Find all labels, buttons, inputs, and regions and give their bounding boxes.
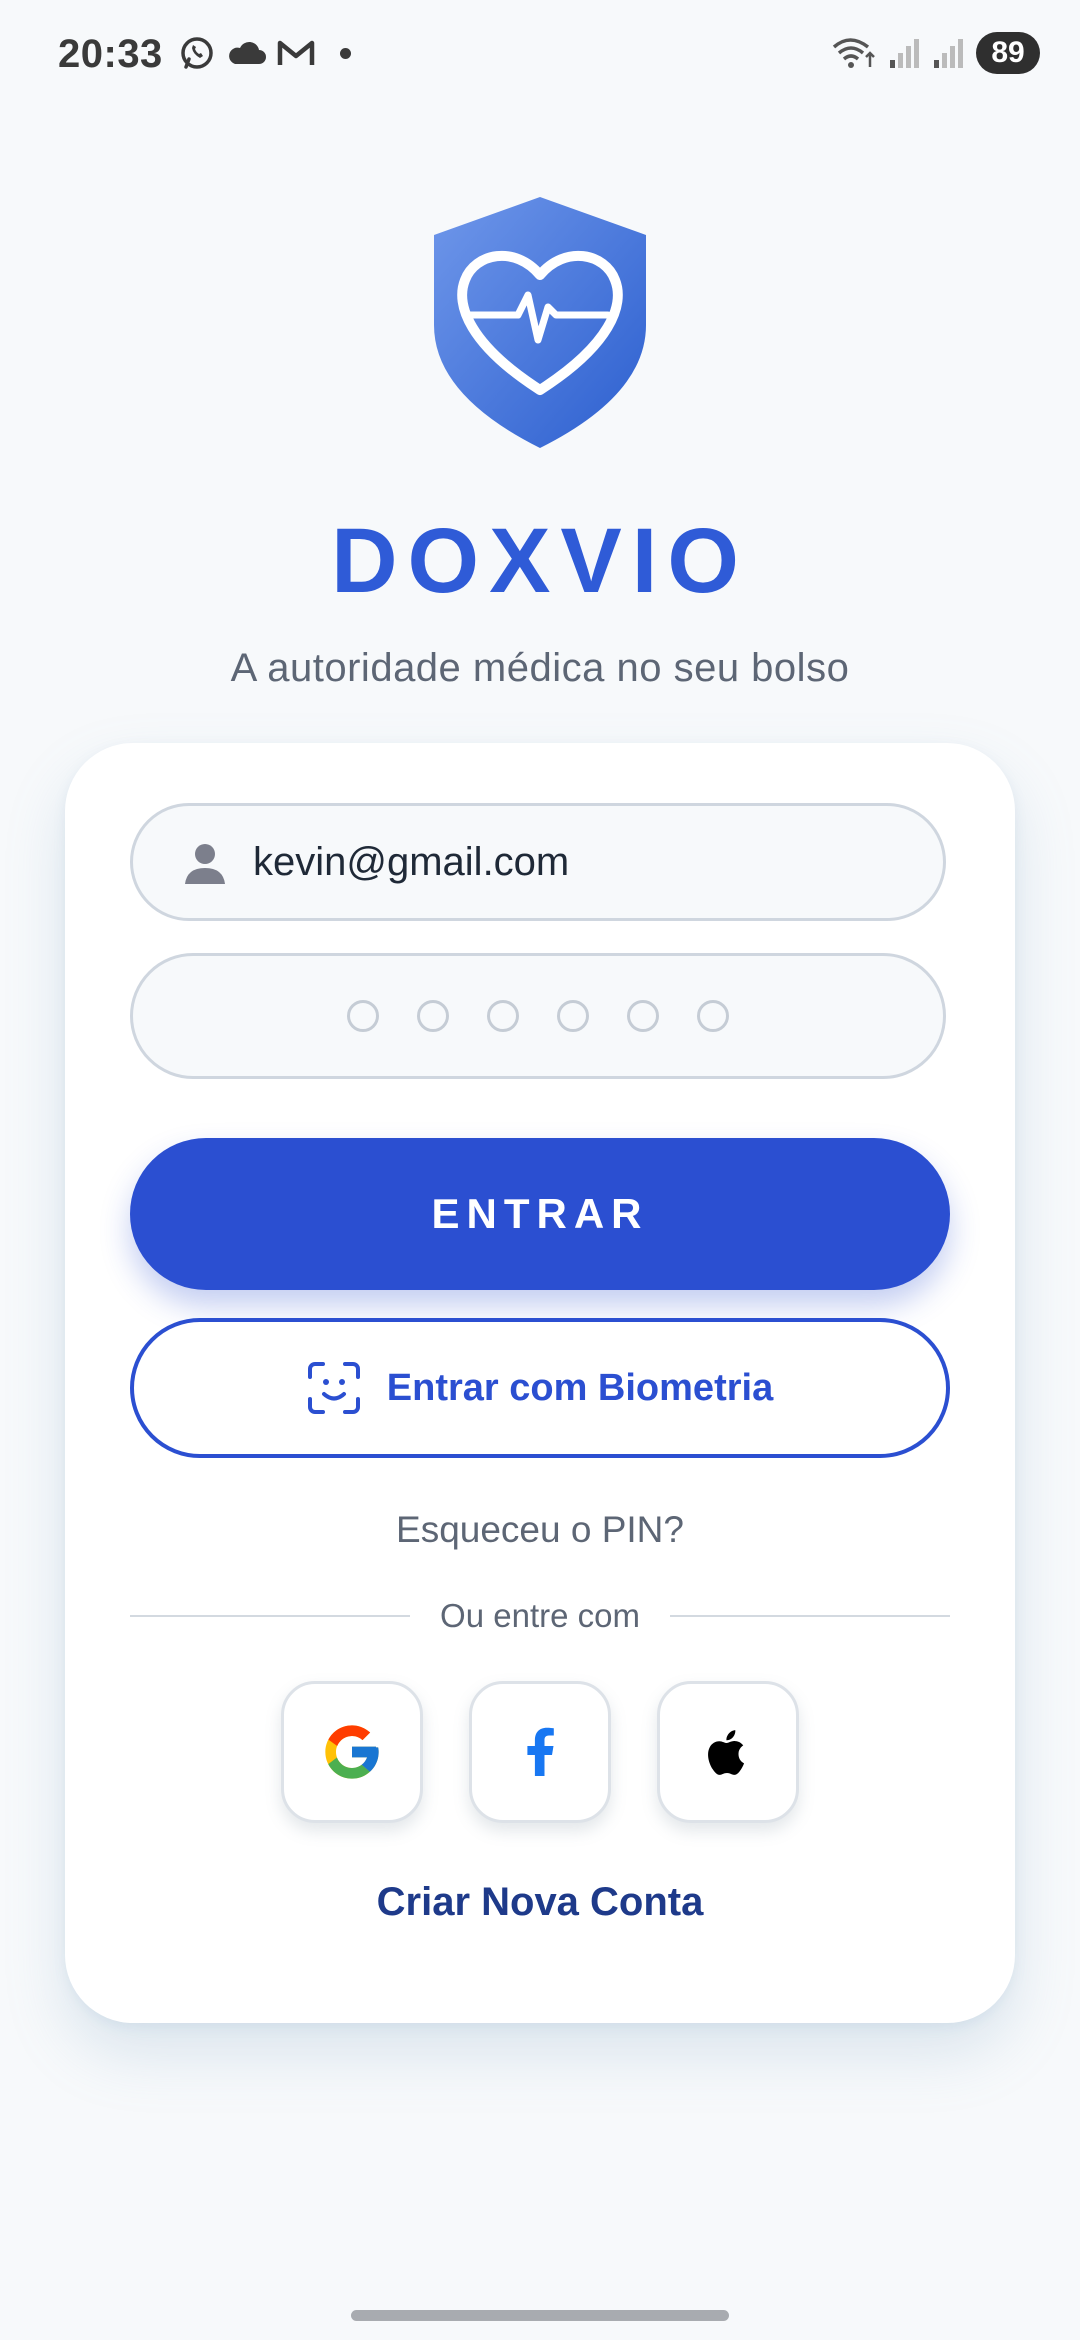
- divider-line-right: [669, 1615, 951, 1617]
- pin-digit-slot: [557, 1000, 589, 1032]
- enter-button[interactable]: ENTRAR: [130, 1138, 950, 1290]
- face-id-icon: [307, 1362, 360, 1414]
- status-bar: 20:33 89: [0, 0, 1080, 110]
- social-login-row: [65, 1681, 1015, 1823]
- facebook-login-button[interactable]: [469, 1681, 611, 1823]
- pin-digit-slot: [417, 1000, 449, 1032]
- user-icon: [185, 844, 225, 884]
- pin-field[interactable]: [130, 953, 946, 1079]
- apple-icon: [708, 1730, 745, 1775]
- cloud-icon: [229, 41, 266, 64]
- signal-icon: [890, 39, 919, 68]
- biometric-label: Entrar com Biometria: [386, 1366, 774, 1409]
- status-system-icons: 89: [830, 32, 1040, 74]
- pin-digit-slot: [487, 1000, 519, 1032]
- notification-dot: [340, 47, 351, 59]
- forgot-pin-link[interactable]: Esqueceu o PIN?: [65, 1509, 1015, 1551]
- home-indicator[interactable]: [351, 2310, 729, 2321]
- divider-text: Ou entre com: [440, 1597, 640, 1634]
- pin-digit-slot: [347, 1000, 379, 1032]
- email-field[interactable]: [130, 803, 946, 921]
- whatsapp-icon: [181, 37, 213, 69]
- app-tagline: A autoridade médica no seu bolso: [230, 646, 850, 690]
- login-card: ENTRAR Entrar com Biometria Esqueceu o P…: [65, 743, 1015, 2023]
- app-brand-title: DOXVIO: [331, 510, 749, 612]
- email-input[interactable]: [251, 838, 895, 886]
- google-login-button[interactable]: [281, 1681, 423, 1823]
- facebook-icon: [527, 1727, 554, 1776]
- status-notification-icons: [178, 34, 351, 72]
- status-time: 20:33: [58, 32, 163, 76]
- apple-login-button[interactable]: [657, 1681, 799, 1823]
- create-account-link[interactable]: Criar Nova Conta: [65, 1880, 1015, 1925]
- pin-digit-slot: [627, 1000, 659, 1032]
- battery-icon: 89: [976, 32, 1040, 74]
- divider-line-left: [130, 1615, 411, 1617]
- biometric-login-button[interactable]: Entrar com Biometria: [130, 1318, 950, 1458]
- gmail-icon: [277, 40, 315, 65]
- pin-digit-slot: [697, 1000, 729, 1032]
- signal-icon-2: [934, 39, 963, 68]
- social-divider: Ou entre com: [130, 1597, 951, 1635]
- shield-heart-pulse-icon: [434, 197, 646, 448]
- wifi-icon: [832, 38, 875, 68]
- google-icon: [325, 1725, 379, 1779]
